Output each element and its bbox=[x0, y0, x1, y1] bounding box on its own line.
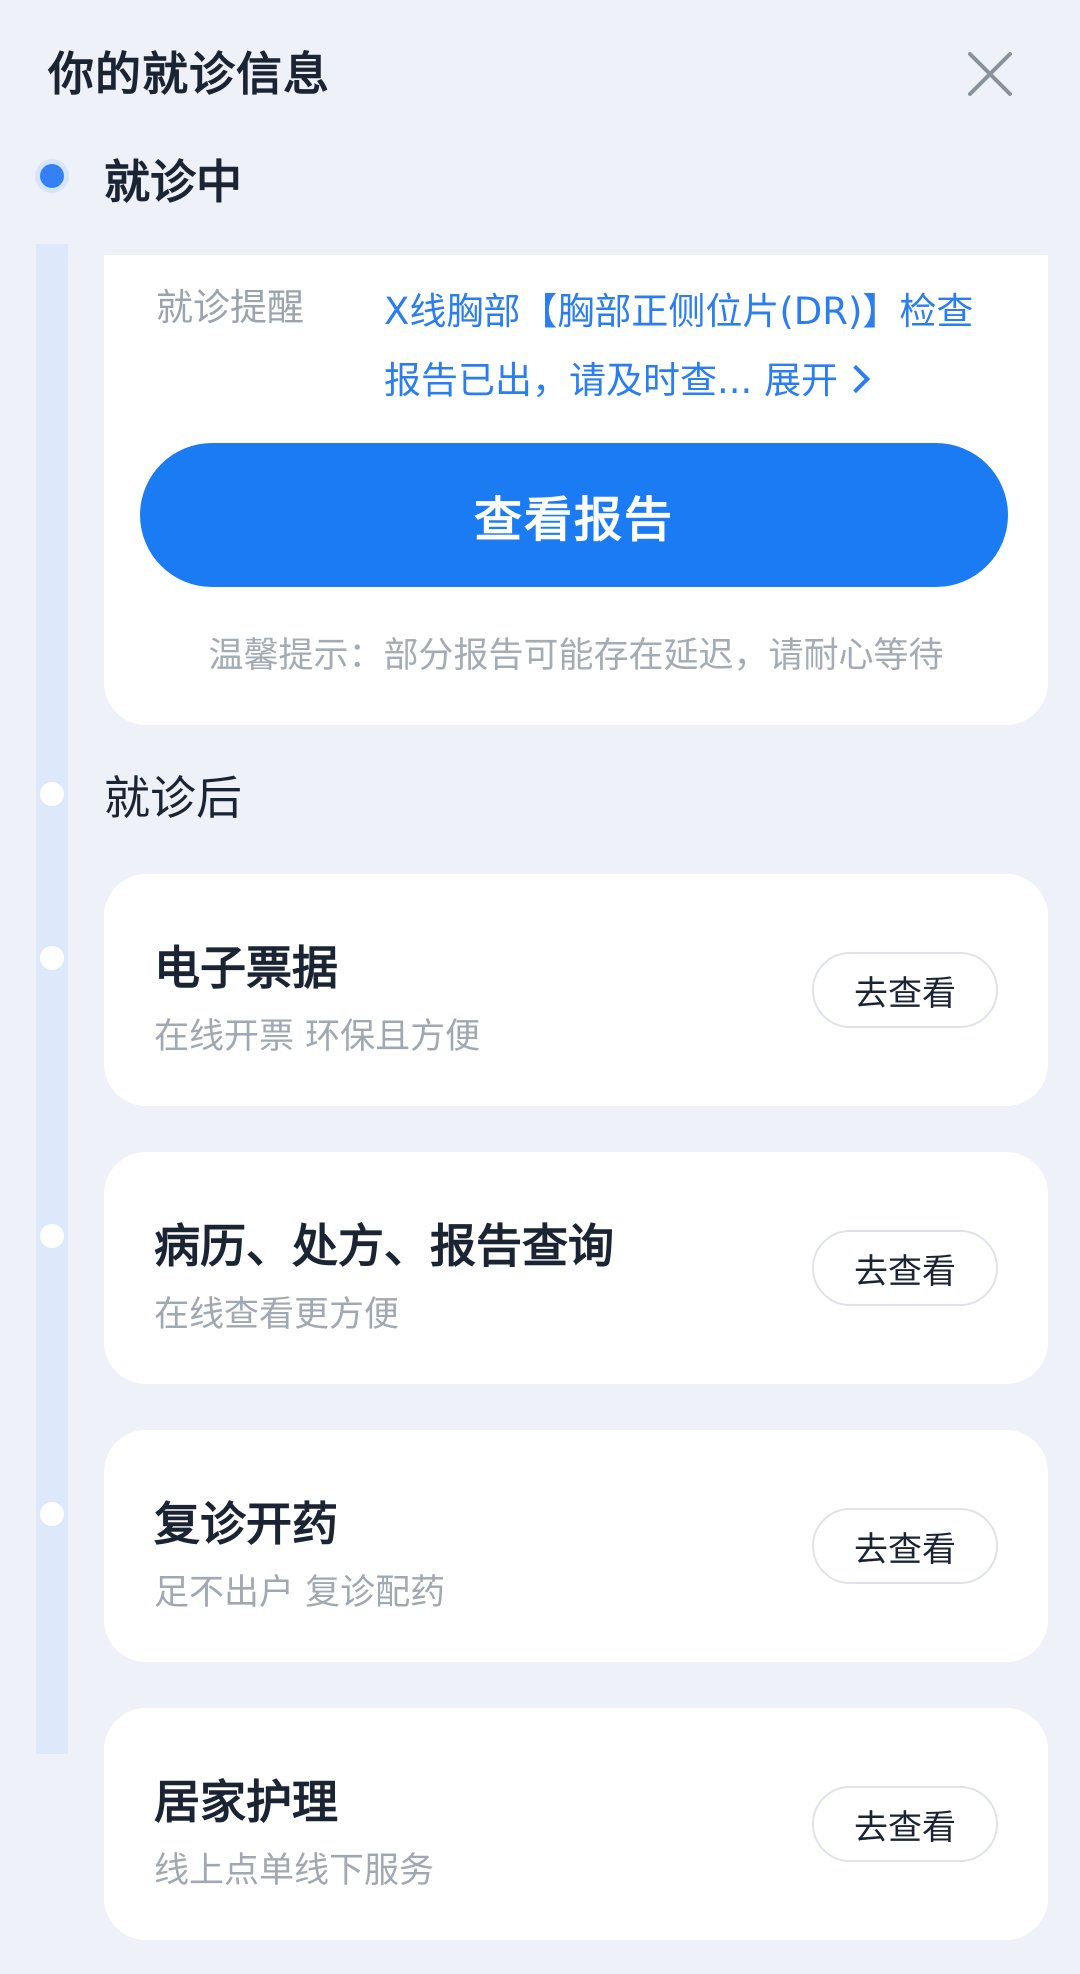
close-icon bbox=[968, 52, 1012, 96]
expand-label: 展开 bbox=[764, 359, 839, 402]
service-title: 电子票据 bbox=[154, 941, 338, 995]
view-button[interactable]: 去查看 bbox=[812, 1230, 998, 1306]
timeline-dot-item bbox=[40, 1502, 64, 1526]
service-card-e-invoice[interactable]: 电子票据 在线开票 环保且方便 去查看 bbox=[104, 874, 1048, 1106]
view-button[interactable]: 去查看 bbox=[812, 1786, 998, 1862]
close-button[interactable] bbox=[960, 44, 1020, 104]
visit-info-sheet: 你的就诊信息 就诊中 就诊提醒 X线胸部【胸部正侧位片(DR)】检查报告已出，请… bbox=[0, 0, 1080, 1974]
service-subtitle: 足不出户 复诊配药 bbox=[154, 1573, 446, 1613]
service-subtitle: 线上点单线下服务 bbox=[154, 1851, 435, 1891]
view-button[interactable]: 去查看 bbox=[812, 1508, 998, 1584]
service-subtitle: 在线查看更方便 bbox=[154, 1295, 400, 1335]
service-subtitle: 在线开票 环保且方便 bbox=[154, 1017, 481, 1057]
service-title: 居家护理 bbox=[154, 1775, 338, 1829]
service-card-home-care[interactable]: 居家护理 线上点单线下服务 去查看 bbox=[104, 1708, 1048, 1940]
timeline-dot-item bbox=[40, 1224, 64, 1248]
service-card-records[interactable]: 病历、处方、报告查询 在线查看更方便 去查看 bbox=[104, 1152, 1048, 1384]
timeline-track bbox=[36, 244, 68, 1754]
timeline-dot-after bbox=[40, 782, 64, 806]
view-button[interactable]: 去查看 bbox=[812, 952, 998, 1028]
page-title: 你的就诊信息 bbox=[48, 47, 330, 101]
expand-link[interactable]: 展开 bbox=[764, 359, 871, 402]
reminder-message: X线胸部【胸部正侧位片(DR)】检查报告已出，请及时查... bbox=[384, 290, 974, 402]
reminder-text[interactable]: X线胸部【胸部正侧位片(DR)】检查报告已出，请及时查... 展开 bbox=[384, 277, 1004, 415]
warm-tip: 温馨提示：部分报告可能存在延迟，请耐心等待 bbox=[208, 636, 944, 676]
stage-label-current: 就诊中 bbox=[104, 155, 242, 209]
timeline-dot-item bbox=[40, 946, 64, 970]
stage-label-after: 就诊后 bbox=[104, 771, 242, 825]
timeline-dot-active bbox=[40, 164, 64, 188]
view-report-button[interactable]: 查看报告 bbox=[140, 443, 1008, 587]
reminder-card: 就诊提醒 X线胸部【胸部正侧位片(DR)】检查报告已出，请及时查... 展开 查… bbox=[104, 255, 1048, 725]
reminder-label: 就诊提醒 bbox=[156, 286, 304, 329]
service-card-refill[interactable]: 复诊开药 足不出户 复诊配药 去查看 bbox=[104, 1430, 1048, 1662]
service-title: 复诊开药 bbox=[154, 1497, 338, 1551]
chevron-right-icon bbox=[841, 364, 871, 394]
service-title: 病历、处方、报告查询 bbox=[154, 1219, 614, 1273]
